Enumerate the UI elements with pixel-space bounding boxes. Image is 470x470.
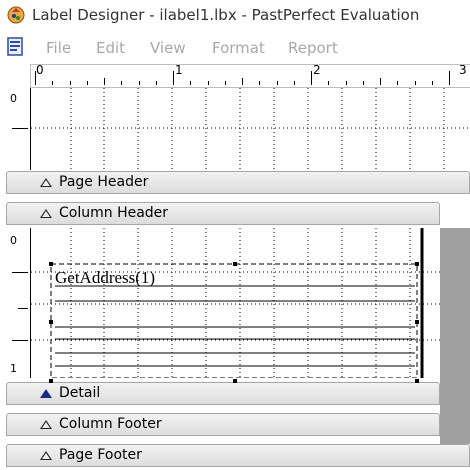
menu-bar: File Edit View Format Report bbox=[0, 30, 470, 64]
ruler-tick bbox=[414, 81, 416, 85]
page-header-canvas[interactable] bbox=[30, 88, 470, 170]
menu-format[interactable]: Format bbox=[212, 39, 265, 57]
ruler-tick bbox=[86, 81, 88, 85]
collapse-triangle-icon[interactable] bbox=[40, 389, 52, 398]
ruler-tick bbox=[173, 71, 174, 85]
ruler-tick bbox=[293, 81, 295, 85]
ruler-tick bbox=[207, 81, 209, 85]
menu-file[interactable]: File bbox=[46, 39, 71, 57]
vruler-tick bbox=[12, 128, 28, 129]
ruler-tick bbox=[449, 71, 450, 85]
ruler-label-2: 2 bbox=[313, 63, 321, 77]
column-gutter bbox=[440, 228, 470, 444]
ruler-tick bbox=[380, 78, 381, 85]
ruler-tick bbox=[259, 81, 261, 85]
ruler-label-3: 3 bbox=[459, 63, 467, 77]
ruler-tick bbox=[328, 81, 330, 85]
ruler-label-1: 1 bbox=[175, 63, 183, 77]
vruler-detail-label-0: 0 bbox=[10, 234, 17, 247]
band-label-page-header: Page Header bbox=[59, 174, 149, 190]
vruler-label-0: 0 bbox=[10, 92, 17, 105]
ruler-tick bbox=[431, 81, 433, 85]
band-label-detail: Detail bbox=[59, 385, 101, 401]
app-icon[interactable] bbox=[6, 5, 26, 25]
ruler-tick bbox=[362, 81, 364, 85]
ruler-tick bbox=[35, 71, 36, 85]
horizontal-ruler: 0 1 2 3 bbox=[30, 63, 470, 88]
band-page-header[interactable]: Page Header bbox=[6, 171, 470, 194]
ruler-tick bbox=[104, 78, 105, 85]
window-title: Label Designer - ilabel1.lbx - PastPerfe… bbox=[32, 6, 420, 24]
vertical-ruler-detail: 0 1 bbox=[0, 228, 30, 378]
detail-field-expression[interactable]: GetAddress(1) bbox=[55, 268, 155, 288]
band-label-column-footer: Column Footer bbox=[59, 416, 162, 432]
band-column-footer[interactable]: Column Footer bbox=[6, 413, 440, 436]
band-label-column-header: Column Header bbox=[59, 205, 169, 221]
ruler-tick bbox=[52, 81, 54, 85]
ruler-tick bbox=[190, 81, 192, 85]
ruler-corner bbox=[0, 64, 30, 88]
detail-grid bbox=[31, 228, 441, 378]
detail-canvas[interactable]: GetAddress(1) bbox=[30, 228, 441, 378]
page-header-grid bbox=[31, 88, 470, 170]
vruler-tick bbox=[18, 308, 28, 309]
ruler-tick bbox=[345, 81, 347, 85]
collapse-triangle-icon[interactable] bbox=[40, 420, 52, 429]
collapse-triangle-icon[interactable] bbox=[40, 451, 52, 460]
ruler-label-0: 0 bbox=[36, 63, 44, 77]
collapse-triangle-icon[interactable] bbox=[40, 178, 52, 187]
ruler-tick bbox=[242, 78, 243, 85]
vruler-detail-label-1: 1 bbox=[10, 362, 17, 375]
title-bar: Label Designer - ilabel1.lbx - PastPerfe… bbox=[0, 0, 470, 31]
detail-bottom-handles bbox=[49, 379, 419, 383]
band-page-footer[interactable]: Page Footer bbox=[6, 444, 470, 467]
ruler-tick bbox=[311, 71, 312, 85]
vruler-tick bbox=[12, 272, 28, 273]
ruler-tick bbox=[121, 81, 123, 85]
band-detail[interactable]: Detail bbox=[6, 379, 440, 405]
menu-view[interactable]: View bbox=[150, 39, 186, 57]
document-menu-icon[interactable] bbox=[6, 37, 24, 57]
vruler-tick bbox=[12, 340, 28, 341]
ruler-tick bbox=[155, 81, 157, 85]
band-column-header[interactable]: Column Header bbox=[6, 202, 440, 225]
ruler-tick bbox=[224, 81, 226, 85]
ruler-tick bbox=[397, 81, 399, 85]
ruler-tick bbox=[276, 81, 278, 85]
collapse-triangle-icon[interactable] bbox=[40, 209, 52, 218]
band-label-page-footer: Page Footer bbox=[59, 447, 142, 463]
menu-report[interactable]: Report bbox=[288, 39, 338, 57]
menu-edit[interactable]: Edit bbox=[96, 39, 125, 57]
ruler-tick bbox=[138, 81, 140, 85]
ruler-tick bbox=[69, 81, 71, 85]
vertical-ruler-page-header: 0 bbox=[0, 88, 30, 170]
